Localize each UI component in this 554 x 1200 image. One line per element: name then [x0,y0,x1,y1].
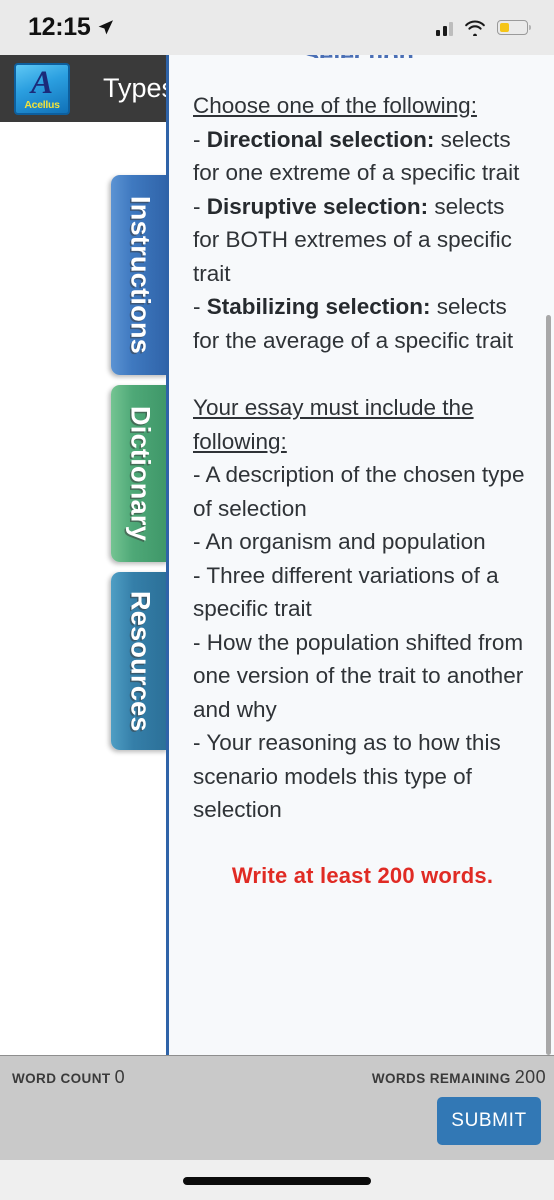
selection-term: Directional selection: [206,126,435,152]
requirement-item: - Your reasoning as to how this scenario… [193,730,501,822]
app-root: 12:15 A Acellus Types Instructions Dicti… [0,0,554,1200]
requirement-item: - A description of the chosen type of se… [193,462,525,521]
essay-requirements-section: Your essay must include the following: -… [193,391,532,827]
page-title: Types [103,73,176,103]
choose-heading: Choose one of the following: [193,93,477,118]
words-remaining-label: WORDS REMAINING [371,1071,511,1086]
status-bar-clock: 12:15 [28,13,91,41]
choose-section: Choose one of the following: - Direction… [193,89,532,357]
instructions-cut-heading: Selection: [193,55,532,58]
acellus-logo-letter: A [30,64,53,101]
acellus-logo-wordmark: Acellus [24,98,60,111]
requirement-item: - An organism and population [193,529,486,554]
word-count-label: WORD COUNT [12,1071,111,1086]
battery-low-power-icon [497,20,532,35]
selection-term: Disruptive selection: [206,193,429,219]
sidebar-tab-dictionary-label: Dictionary [125,405,156,542]
essay-heading: Your essay must include the following: [193,395,474,454]
word-minimum-warning: Write at least 200 words. [231,862,494,888]
wifi-icon [465,20,485,36]
home-indicator [183,1177,371,1185]
selection-type-stabilizing: - Stabilizing selection: selects for the… [193,290,532,357]
ios-status-bar: 12:15 [0,0,554,55]
acellus-logo: A Acellus [14,62,70,115]
words-remaining-value: 200 [514,1067,546,1087]
instructions-scrollbar[interactable] [546,315,551,1055]
sidebar-tab-resources-label: Resources [125,590,156,732]
sidebar-tab-dictionary[interactable]: Dictionary [111,385,169,562]
submit-button[interactable]: SUBMIT [437,1097,541,1145]
selection-type-directional: - Directional selection: selects for one… [193,123,532,190]
status-bar-left: 12:15 [28,13,114,42]
sidebar-tab-instructions-label: Instructions [125,195,156,355]
requirement-item: - How the population shifted from one ve… [193,629,524,722]
word-count-display: WORD COUNT 0 [12,1067,125,1088]
sidebar-tab-resources[interactable]: Resources [111,572,169,750]
status-bar-right [436,20,532,36]
word-count-value: 0 [114,1067,126,1087]
location-arrow-icon [99,20,114,35]
dash-marker: - [193,126,207,152]
requirement-item: - Three different variations of a specif… [193,562,499,622]
cellular-signal-icon [436,20,453,36]
selection-term: Stabilizing selection: [206,294,431,319]
instructions-panel: Selection: Choose one of the following: … [166,55,554,1057]
dash-marker: - [193,193,207,219]
selection-type-disruptive: - Disruptive selection: selects for BOTH… [193,190,532,291]
bottom-toolbar: WORD COUNT 0 WORDS REMAINING 200 SUBMIT [0,1055,554,1160]
instructions-content: Selection: Choose one of the following: … [169,55,554,889]
words-remaining-display: WORDS REMAINING 200 [372,1067,546,1088]
sidebar-tab-instructions[interactable]: Instructions [111,175,169,375]
dash-marker: - [193,294,207,319]
